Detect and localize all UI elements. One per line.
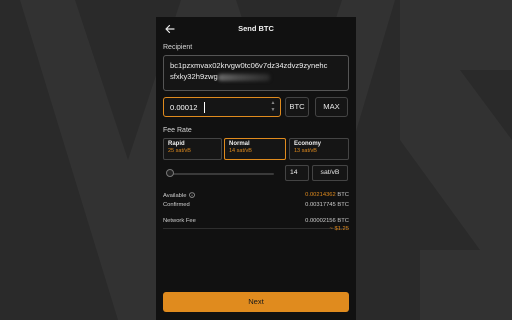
custom-fee-input[interactable]: 14 bbox=[285, 165, 309, 181]
amount-stepper[interactable]: ▲ ▼ bbox=[269, 100, 277, 114]
fee-option-economy[interactable]: Economy 13 sat/vB bbox=[289, 138, 349, 160]
amount-value: 0.00012 bbox=[170, 103, 198, 112]
fee-option-rate: 25 sat/vB bbox=[168, 148, 191, 154]
available-unit: BTC bbox=[337, 192, 349, 198]
fee-rate-options: Rapid 25 sat/vB Normal 14 sat/vB Economy… bbox=[163, 138, 349, 160]
header: Send BTC bbox=[156, 17, 356, 43]
confirmed-unit: BTC bbox=[337, 202, 349, 208]
recipient-input[interactable]: bc1pzxmvax02krvgw0tc06v7dz34zdvz9zynehc … bbox=[163, 55, 349, 91]
fee-option-name: Economy bbox=[294, 141, 322, 147]
custom-fee-unit: sat/vB bbox=[312, 165, 348, 181]
fee-rate-label: Fee Rate bbox=[163, 127, 192, 134]
network-fee-unit: BTC bbox=[337, 218, 349, 224]
fee-option-name: Normal bbox=[229, 141, 250, 147]
available-value: 0.00214362 bbox=[305, 192, 336, 198]
confirmed-value: 0.00317745 bbox=[305, 202, 336, 208]
info-icon[interactable] bbox=[189, 192, 195, 198]
max-button[interactable]: MAX bbox=[315, 97, 348, 117]
network-fee-label: Network Fee bbox=[163, 218, 196, 224]
unit-toggle-button[interactable]: BTC bbox=[285, 97, 309, 117]
available-label: Available bbox=[163, 193, 187, 199]
network-fee-usd: ~ $1.25 bbox=[329, 226, 349, 232]
confirmed-label: Confirmed bbox=[163, 202, 190, 208]
fee-slider-thumb[interactable] bbox=[166, 169, 174, 177]
recipient-address-line1: bc1pzxmvax02krvgw0tc06v7dz34zdvz9zynehc bbox=[170, 61, 328, 70]
text-caret bbox=[204, 102, 205, 113]
redacted-blur bbox=[217, 73, 270, 81]
next-button[interactable]: Next bbox=[163, 292, 349, 312]
fee-option-rapid[interactable]: Rapid 25 sat/vB bbox=[163, 138, 222, 160]
divider bbox=[163, 228, 349, 229]
fee-option-rate: 14 sat/vB bbox=[229, 148, 252, 154]
send-btc-panel: Send BTC Recipient bc1pzxmvax02krvgw0tc0… bbox=[156, 17, 356, 320]
available-row: Available 0.00214362 BTC bbox=[163, 192, 349, 199]
decrement-icon[interactable]: ▼ bbox=[269, 107, 277, 114]
recipient-address-line2: sfxky32h9zwg bbox=[170, 72, 218, 81]
network-fee-row: Network Fee 0.00002156 BTC bbox=[163, 218, 349, 224]
fee-slider-track[interactable] bbox=[170, 173, 274, 175]
confirmed-row: Confirmed 0.00317745 BTC bbox=[163, 202, 349, 208]
fee-option-rate: 13 sat/vB bbox=[294, 148, 317, 154]
fee-option-name: Rapid bbox=[168, 141, 185, 147]
network-fee-value: 0.00002156 bbox=[305, 218, 336, 224]
recipient-label: Recipient bbox=[163, 44, 193, 51]
increment-icon[interactable]: ▲ bbox=[269, 100, 277, 107]
fee-option-normal[interactable]: Normal 14 sat/vB bbox=[224, 138, 286, 160]
page-title: Send BTC bbox=[238, 24, 274, 33]
amount-input[interactable]: 0.00012 ▲ ▼ bbox=[163, 97, 281, 117]
